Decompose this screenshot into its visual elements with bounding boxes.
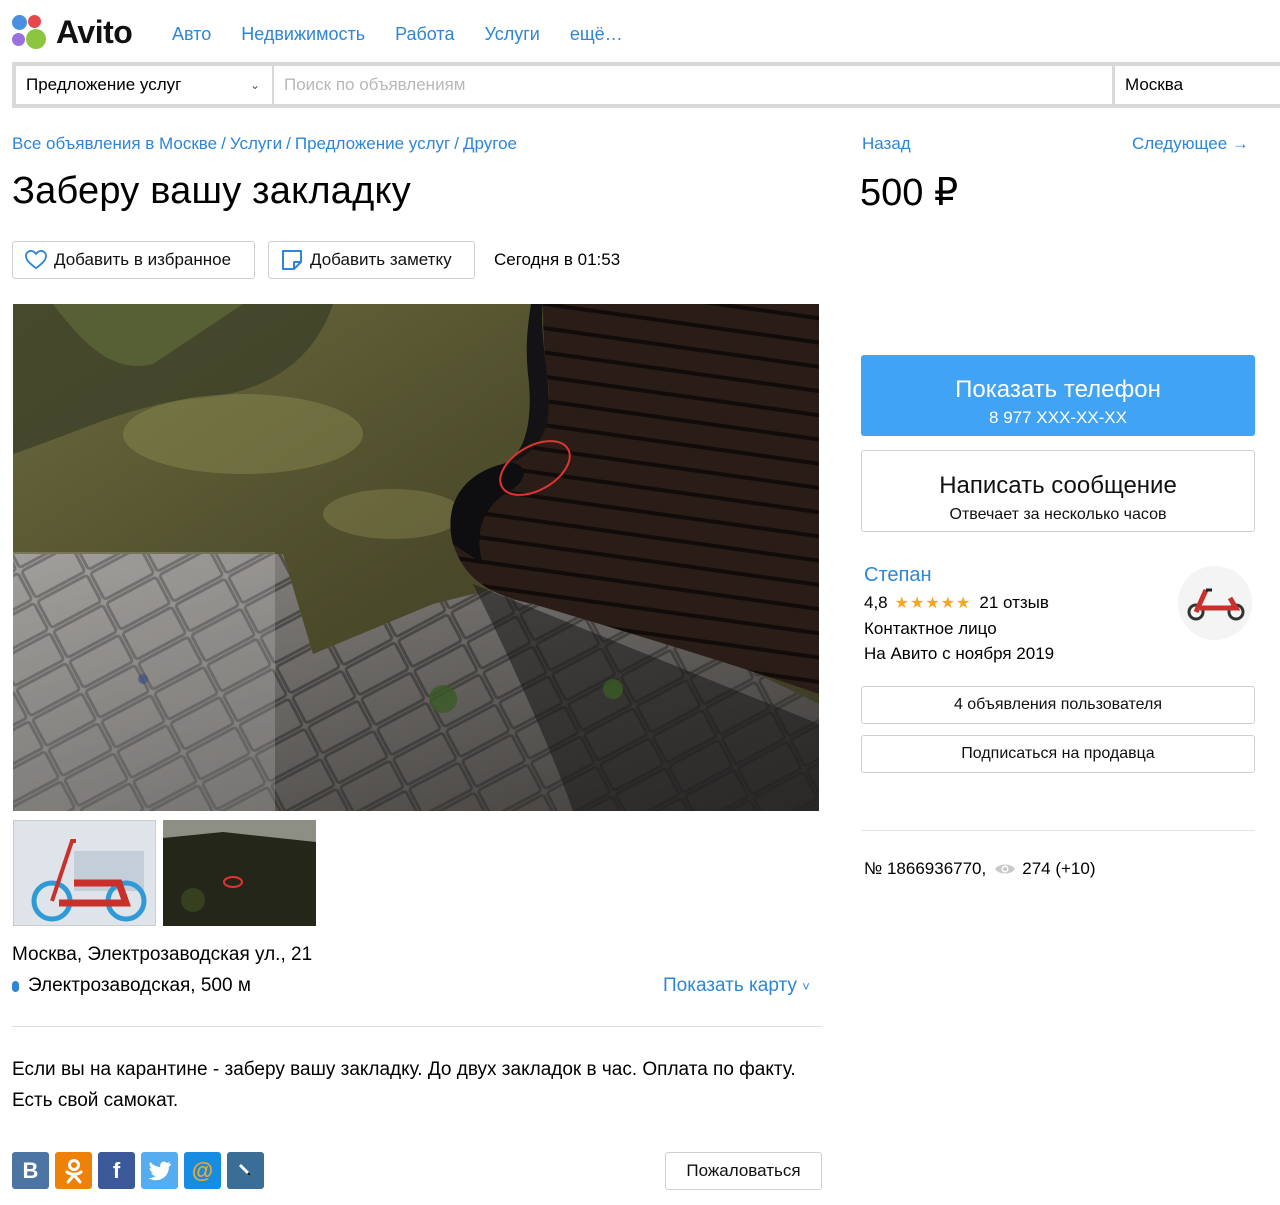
- metro-station-label: Электрозаводская, 500 м: [28, 975, 251, 996]
- breadcrumb-services[interactable]: Услуги: [230, 134, 282, 153]
- share-buttons: B f @: [12, 1152, 264, 1189]
- response-time: Отвечает за несколько часов: [949, 506, 1167, 523]
- metro-station: Электрозаводская, 500 м: [12, 975, 251, 997]
- odnoklassniki-share-icon[interactable]: [55, 1152, 92, 1189]
- write-message-button[interactable]: Написать сообщение Отвечает за несколько…: [861, 450, 1255, 532]
- show-map-label: Показать карту: [663, 975, 797, 996]
- nav-link-services[interactable]: Услуги: [484, 24, 539, 45]
- facebook-share-icon[interactable]: f: [98, 1152, 135, 1189]
- posted-time: Сегодня в 01:53: [494, 250, 621, 269]
- livejournal-share-icon[interactable]: [227, 1152, 264, 1189]
- breadcrumb-separator: /: [454, 134, 459, 153]
- nav-link-jobs[interactable]: Работа: [395, 24, 454, 45]
- logo-dots-icon: [12, 14, 50, 51]
- next-link[interactable]: Следующее →: [1132, 134, 1249, 154]
- back-link[interactable]: Назад: [862, 134, 911, 154]
- note-icon: [282, 250, 302, 270]
- nav-link-realty[interactable]: Недвижимость: [241, 24, 365, 45]
- metro-line-icon: [12, 980, 19, 992]
- nav-link-more[interactable]: ещё…: [570, 24, 623, 45]
- listing-meta: № 1866936770, 274 (+10): [864, 859, 1095, 879]
- listing-thumbnail-night[interactable]: [163, 820, 316, 926]
- breadcrumb-all-moscow[interactable]: Все объявления в Москве: [12, 134, 217, 153]
- report-button[interactable]: Пожаловаться: [665, 1152, 822, 1190]
- add-note-button[interactable]: Добавить заметку: [268, 241, 475, 279]
- eye-icon: [995, 864, 1016, 874]
- show-phone-button[interactable]: Показать телефон 8 977 XXX-XX-XX: [861, 355, 1255, 436]
- breadcrumb: Все объявления в Москве / Услуги / Предложен…: [12, 134, 517, 154]
- listing-address: Москва, Электрозаводская ул., 21: [12, 944, 313, 965]
- write-message-label: Написать сообщение: [939, 472, 1177, 499]
- chevron-down-icon: ˅: [802, 979, 810, 994]
- seller-ads-button[interactable]: 4 объявления пользователя: [861, 686, 1255, 724]
- search-bar: Предложение услуг ⌄ Москва: [12, 62, 1280, 108]
- breadcrumb-separator: /: [221, 134, 226, 153]
- city-select-value: Москва: [1125, 75, 1184, 94]
- page-title: Заберу вашу закладку: [12, 170, 411, 212]
- breadcrumb-other[interactable]: Другое: [463, 134, 517, 153]
- reviews-link[interactable]: 21 отзыв: [979, 593, 1049, 613]
- listing-description: Если вы на карантине - заберу вашу закла…: [12, 1059, 796, 1111]
- category-select[interactable]: Предложение услуг ⌄: [16, 66, 274, 104]
- add-to-favorites-label: Добавить в избранное: [54, 250, 232, 269]
- logo-text: Avito: [56, 14, 133, 50]
- add-note-label: Добавить заметку: [310, 250, 452, 269]
- listing-number: № 1866936770,: [864, 859, 987, 878]
- seller-rating: 4,8 ★★★★★ 21 отзыв: [864, 593, 1049, 613]
- mail-share-icon[interactable]: @: [184, 1152, 221, 1189]
- rating-value: 4,8: [864, 593, 888, 612]
- heart-icon: [25, 250, 47, 270]
- view-count: 274 (+10): [1022, 859, 1096, 878]
- subscribe-seller-button[interactable]: Подписаться на продавца: [861, 735, 1255, 773]
- seller-name-link[interactable]: Степан: [864, 564, 932, 587]
- city-select[interactable]: Москва: [1112, 66, 1280, 104]
- listing-thumbnail-scooter[interactable]: [13, 820, 156, 926]
- vk-share-icon[interactable]: B: [12, 1152, 49, 1189]
- seller-type: Контактное лицо: [864, 619, 997, 638]
- phone-number: 8 977 XXX-XX-XX: [989, 407, 1127, 427]
- top-nav: Авто Недвижимость Работа Услуги ещё…: [172, 24, 623, 45]
- show-phone-label: Показать телефон: [955, 375, 1161, 403]
- nav-link-auto[interactable]: Авто: [172, 24, 211, 45]
- breadcrumb-service-offers[interactable]: Предложение услуг: [295, 134, 450, 153]
- price: 500 ₽: [860, 172, 959, 214]
- twitter-share-icon[interactable]: [141, 1152, 178, 1189]
- add-to-favorites-button[interactable]: Добавить в избранное: [12, 241, 255, 279]
- chevron-down-icon: ⌄: [249, 78, 260, 92]
- seller-since: На Авито с ноября 2019: [864, 644, 1055, 663]
- avito-logo[interactable]: Avito: [12, 14, 133, 51]
- show-map-link[interactable]: Показать карту ˅: [663, 975, 810, 997]
- divider: [861, 830, 1255, 831]
- divider: [12, 1026, 822, 1027]
- listing-main-photo[interactable]: [13, 304, 819, 811]
- rating-stars-icon: ★★★★★: [894, 595, 972, 612]
- category-select-value: Предложение услуг: [26, 75, 182, 94]
- search-input[interactable]: [274, 66, 1112, 104]
- breadcrumb-separator: /: [286, 134, 291, 153]
- avatar[interactable]: [1178, 566, 1252, 640]
